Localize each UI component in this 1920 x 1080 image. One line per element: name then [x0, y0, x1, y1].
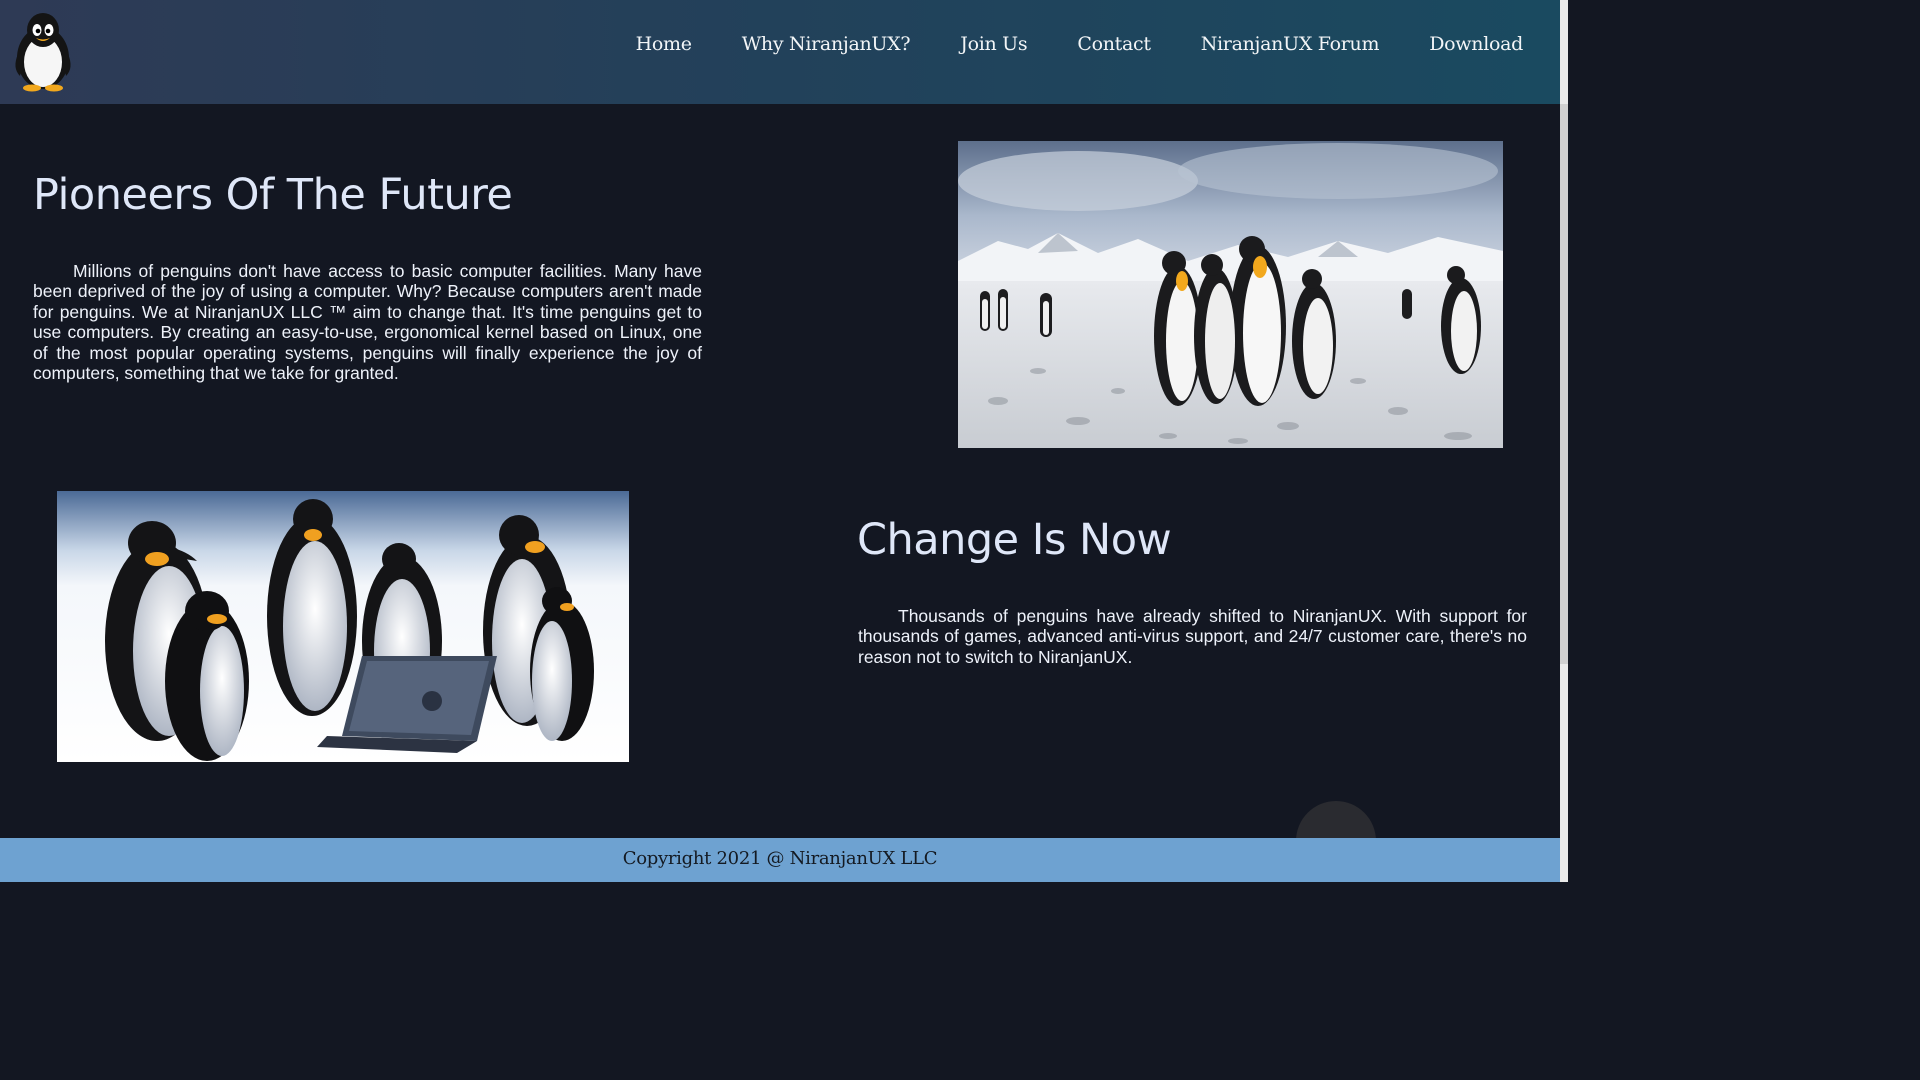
copyright-text: Copyright 2021 @ NiranjanUX LLC	[622, 848, 938, 869]
nav-download-link[interactable]: Download	[1429, 33, 1523, 55]
footer: Copyright 2021 @ NiranjanUX LLC	[0, 838, 1560, 882]
navbar: Home Why NiranjanUX? Join Us Contact Nir…	[0, 0, 1560, 104]
nav-home-link[interactable]: Home	[636, 33, 692, 55]
main-nav: Home Why NiranjanUX? Join Us Contact Nir…	[636, 33, 1524, 55]
penguin-colony-snow-photo	[958, 141, 1503, 448]
section1-title: Pioneers Of The Future	[33, 170, 513, 220]
scrollbar-thumb[interactable]	[1560, 104, 1568, 664]
nav-contact-link[interactable]: Contact	[1077, 33, 1151, 55]
penguin-logo-icon[interactable]	[10, 10, 76, 92]
nav-why-link[interactable]: Why NiranjanUX?	[742, 33, 911, 55]
section2-title: Change Is Now	[857, 515, 1172, 565]
scrollbar[interactable]	[1560, 0, 1568, 882]
page: Home Why NiranjanUX? Join Us Contact Nir…	[0, 0, 1568, 882]
nav-forum-link[interactable]: NiranjanUX Forum	[1201, 33, 1380, 55]
section2-body: Thousands of penguins have already shift…	[858, 606, 1527, 667]
nav-join-link[interactable]: Join Us	[960, 33, 1027, 55]
section1-body: Millions of penguins don't have access t…	[33, 261, 702, 384]
penguins-with-laptop-render	[57, 491, 629, 762]
